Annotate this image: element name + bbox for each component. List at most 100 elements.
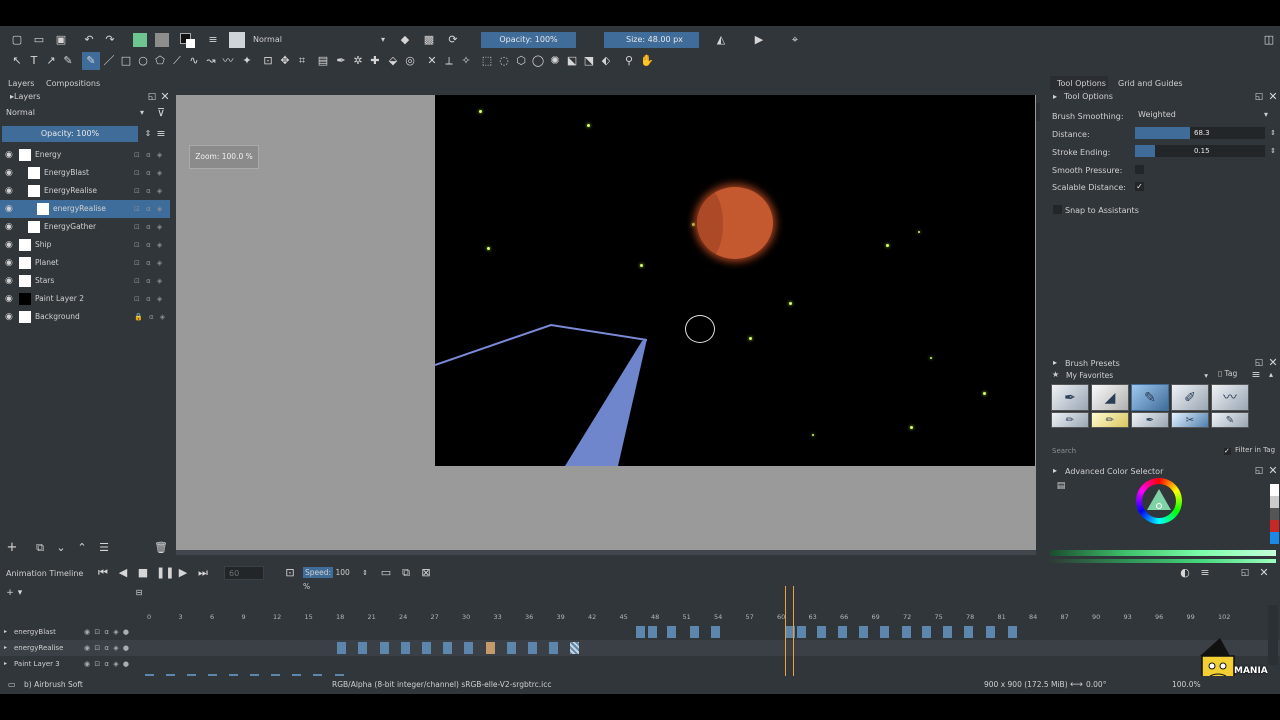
spin-arrows-icon[interactable]: ⇕ [1266, 126, 1280, 140]
calligraphy-tool-icon[interactable]: ✎ [61, 54, 75, 68]
select-shapes-tool-icon[interactable]: ↖ [10, 54, 24, 68]
keyframe[interactable] [380, 642, 389, 654]
smart-patch-tool-icon[interactable]: ✚ [368, 54, 382, 68]
layer-blend-mode-select[interactable]: Normal ▾ [2, 106, 146, 120]
keyframe[interactable] [528, 642, 537, 654]
brush-preset-9[interactable]: ✂ [1171, 412, 1209, 428]
fill-tool-icon[interactable]: ⬙ [386, 54, 400, 68]
drop-frames-icon[interactable]: ⊡ [283, 566, 297, 580]
brush-preset-3[interactable]: ✎ [1131, 384, 1169, 411]
stop-icon[interactable]: ■ [136, 566, 150, 580]
float-docker-icon[interactable]: ◱ [145, 90, 159, 104]
timeline-layer-row[interactable]: ▸ energyRealise ◉ ⊡ α ◈ ● [0, 640, 1280, 656]
brush-preset-2[interactable]: ◢ [1091, 384, 1129, 411]
layer-row-icons[interactable]: ⊡ α ◈ [134, 164, 164, 182]
similar-select-tool-icon[interactable]: ⬕ [565, 54, 579, 68]
freehand-path-tool-icon[interactable]: ↝ [204, 54, 218, 68]
keyframe[interactable] [507, 642, 516, 654]
brush-preset-10[interactable]: ✎ [1211, 412, 1249, 428]
move-layer-up-icon[interactable]: ⌃ [75, 541, 89, 555]
brush-search-input[interactable]: Search [1052, 446, 1212, 457]
brush-view-menu-icon[interactable]: ≡ [1249, 368, 1263, 382]
layer-row[interactable]: ◉ energyRealise ⊡ α ◈ [0, 200, 170, 218]
keyframe[interactable] [880, 626, 889, 638]
distance-slider[interactable]: 68.3 [1135, 127, 1265, 139]
speed-slider[interactable]: Speed: 100 % [303, 566, 355, 591]
mirror-vertical-icon[interactable]: ▶ [752, 33, 766, 47]
snap-to-assistants-checkbox[interactable] [1053, 205, 1062, 214]
text-tool-icon[interactable]: T [27, 54, 41, 68]
previous-frame-icon[interactable]: ◀ [116, 566, 130, 580]
auto-key-icon[interactable]: ⧉ [399, 566, 413, 580]
float-docker-icon[interactable]: ◱ [1252, 464, 1266, 478]
layer-row[interactable]: ◉ EnergyRealise ⊡ α ◈ [0, 182, 170, 200]
color-history-strip[interactable] [1270, 484, 1279, 544]
mirror-horizontal-icon[interactable]: ◭ [714, 33, 728, 47]
brush-smoothing-select[interactable]: Weighted ▾ [1134, 108, 1272, 122]
wrap-around-icon[interactable]: ⌖ [788, 33, 802, 47]
layer-properties-icon[interactable]: ☰ [97, 541, 111, 555]
multibrush-tool-icon[interactable]: ✦ [240, 54, 254, 68]
contiguous-select-tool-icon[interactable]: ✺ [548, 54, 562, 68]
visibility-eye-icon[interactable]: ◉ [5, 254, 13, 272]
bezier-tool-icon[interactable]: ∿ [187, 54, 201, 68]
pause-icon[interactable]: ❚❚ [156, 566, 174, 580]
artwork-canvas[interactable] [435, 95, 1035, 466]
rect-select-tool-icon[interactable]: ⬚ [480, 54, 494, 68]
layer-row[interactable]: ◉ Paint Layer 2 ⊡ α ◈ [0, 290, 170, 308]
keyframe[interactable] [570, 642, 579, 654]
visibility-eye-icon[interactable]: ◉ [5, 308, 13, 326]
brush-preset-thumbnail[interactable] [229, 32, 245, 48]
collapse-arrow-icon[interactable]: ▸ [1048, 356, 1062, 370]
keyframe[interactable] [443, 642, 452, 654]
timeline-layer-toggles[interactable]: ◉ ⊡ α ◈ ● [84, 640, 130, 656]
tab-layers[interactable]: Layers [8, 79, 34, 88]
brush-preset-5[interactable]: 〰 [1211, 384, 1249, 411]
keyframe[interactable] [1008, 626, 1017, 638]
layer-row[interactable]: ◉ Energy ⊡ α ◈ [0, 146, 170, 164]
duplicate-layer-icon[interactable]: ⧉ [33, 541, 47, 555]
tab-compositions[interactable]: Compositions [46, 79, 100, 88]
brush-preset-8[interactable]: ✒ [1131, 412, 1169, 428]
opacity-slider[interactable]: Opacity: 100% [481, 32, 576, 48]
visibility-eye-icon[interactable]: ◉ [5, 290, 13, 308]
layer-row-icons[interactable]: ⊡ α ◈ [134, 218, 164, 236]
freehand-brush-tool-active[interactable]: ✎ [82, 52, 100, 70]
timeline-menu-icon[interactable]: ≡ [1198, 566, 1212, 580]
gradient-swatch[interactable] [133, 33, 147, 47]
collapse-arrow-icon[interactable]: ▸ [1048, 90, 1062, 104]
filter-in-tag-checkbox[interactable]: ✓ [1224, 448, 1231, 455]
smooth-pressure-checkbox[interactable] [1135, 165, 1144, 174]
undo-icon[interactable]: ↶ [82, 33, 96, 47]
workspace-icon[interactable]: ◫ [1262, 33, 1276, 47]
dynamic-brush-tool-icon[interactable]: 〰 [221, 54, 235, 68]
brush-preset-7[interactable]: ✏ [1091, 412, 1129, 428]
move-tool-icon[interactable]: ✥ [278, 54, 292, 68]
float-docker-icon[interactable]: ◱ [1252, 90, 1266, 104]
move-layer-down-icon[interactable]: ⌄ [54, 541, 68, 555]
keyframe[interactable] [667, 626, 676, 638]
keyframe[interactable] [648, 626, 657, 638]
eraser-icon[interactable]: ◆ [398, 33, 412, 47]
timeline-layer-toggles[interactable]: ◉ ⊡ α ◈ ● [84, 656, 130, 672]
keyframe[interactable] [817, 626, 826, 638]
keyframe[interactable] [964, 626, 973, 638]
tab-grid-and-guides[interactable]: Grid and Guides [1118, 79, 1183, 88]
keyframe[interactable] [838, 626, 847, 638]
brush-tag-select[interactable]: My Favorites ▾ [1062, 369, 1210, 382]
collapse-arrow-icon[interactable]: ▸ [1048, 464, 1062, 478]
ellipse-select-tool-icon[interactable]: ◌ [497, 54, 511, 68]
pattern-swatch[interactable] [155, 33, 169, 47]
layer-row[interactable]: ◉ Stars ⊡ α ◈ [0, 272, 170, 290]
layer-row[interactable]: ◉ Background 🔒 α ◈ [0, 308, 170, 326]
close-docker-icon[interactable]: ✕ [1266, 464, 1280, 478]
brush-settings-icon[interactable]: ≡ [206, 33, 220, 47]
freehand-select-tool-icon[interactable]: ◯ [531, 54, 545, 68]
canvas-horizontal-scrollbar[interactable] [176, 550, 1036, 555]
collapse-arrow-icon[interactable]: ▸ [5, 90, 19, 104]
keyframe[interactable] [711, 626, 720, 638]
keyframe[interactable] [401, 642, 410, 654]
spin-arrows-icon[interactable]: ⇕ [141, 127, 155, 141]
keyframe[interactable] [549, 642, 558, 654]
layer-row[interactable]: ◉ Planet ⊡ α ◈ [0, 254, 170, 272]
